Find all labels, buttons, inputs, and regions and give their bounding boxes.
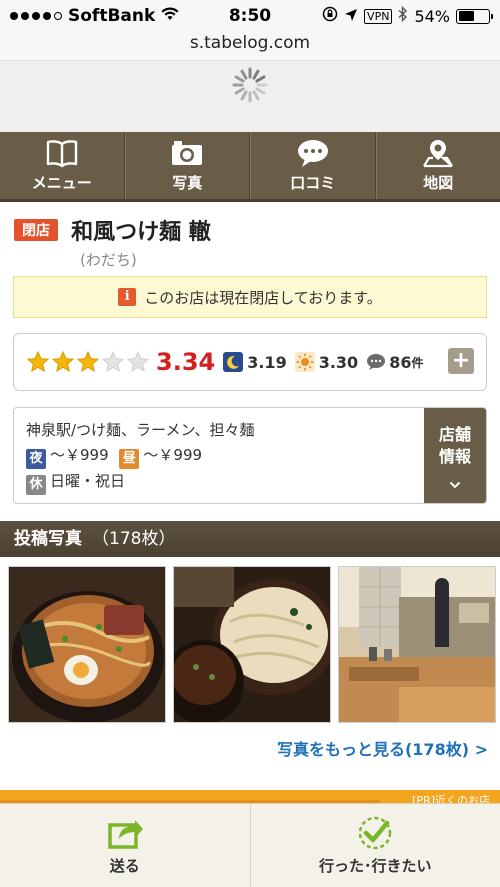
closed-badge: 閉店: [14, 219, 58, 241]
nav-photos[interactable]: 写真: [124, 132, 250, 199]
star-filled-icon: [76, 350, 100, 373]
shop-nav: メニュー 写真 口コミ 地図: [0, 132, 500, 202]
star-rating: [26, 350, 150, 374]
vpn-badge: VPN: [364, 8, 393, 24]
signal-strength-icon: [10, 12, 62, 20]
rating-panel[interactable]: 3.34 3.19 3.30 86 件 +: [13, 333, 487, 391]
bluetooth-icon: [398, 5, 408, 26]
shop-info-panel: 神泉駅/つけ麺、ラーメン、担々麺 夜～￥999 昼～￥999 休日曜・祝日 店舗…: [13, 407, 487, 504]
loading-spinner-icon: [232, 67, 268, 103]
comment-icon: [367, 354, 386, 370]
star-filled-icon: [51, 350, 75, 373]
day-rating-value: 3.30: [318, 352, 359, 372]
day-tag: 昼: [119, 449, 140, 469]
location-arrow-icon: [344, 7, 358, 26]
moon-icon: [223, 352, 244, 372]
review-count-unit: 件: [411, 355, 424, 370]
genre-text: 神泉駅/つけ麺、ラーメン、担々麺: [26, 421, 255, 439]
shop-kana: (わだち): [80, 251, 137, 269]
photo-strip: [8, 566, 496, 723]
holiday-tag: 休: [26, 475, 46, 495]
status-bar: SoftBank 8:50 VPN 54%: [0, 0, 500, 32]
photo-thumbnail-tsukemen[interactable]: [173, 566, 331, 723]
nav-reviews-label: 口コミ: [290, 174, 336, 192]
info-icon: i: [118, 288, 137, 306]
expand-rating-button[interactable]: +: [448, 348, 474, 374]
send-label: 送る: [109, 857, 140, 875]
went-want-label: 行った･行きたい: [318, 857, 432, 875]
chevron-down-icon: [424, 474, 486, 496]
photos-header-title: 投稿写真: [14, 529, 82, 549]
star-empty-icon: [101, 350, 125, 373]
review-count: 86 件: [366, 353, 423, 372]
carrier-name: SoftBank: [68, 6, 156, 26]
nav-map[interactable]: 地図: [375, 132, 500, 199]
went-want-button[interactable]: 行った･行きたい: [249, 804, 500, 887]
shop-title-area: 閉店 和風つけ麺 轍 (わだち): [14, 214, 211, 270]
night-budget: ～￥999: [50, 446, 109, 464]
nav-photos-label: 写真: [172, 174, 203, 192]
nav-menu-label: メニュー: [31, 174, 92, 192]
holidays-text: 日曜・祝日: [50, 472, 126, 490]
send-button[interactable]: 送る: [0, 804, 250, 887]
camera-icon: [172, 141, 203, 165]
sun-icon: [294, 352, 315, 372]
store-info-button[interactable]: 店舗 情報: [424, 408, 486, 503]
url-bar[interactable]: s.tabelog.com: [0, 32, 500, 60]
speech-bubble-icon: [297, 140, 328, 167]
holiday-row: 休日曜・祝日: [26, 469, 255, 495]
budget-row: 夜～￥999 昼～￥999: [26, 443, 255, 469]
closed-notice-text: このお店は現在閉店しております。: [144, 288, 382, 307]
closed-notice: i このお店は現在閉店しております。: [13, 276, 487, 318]
store-info-label: 店舗 情報: [438, 425, 471, 466]
pr-banner[interactable]: [PR]近くのお店: [0, 790, 500, 804]
map-pin-icon: [423, 140, 454, 168]
share-icon: [108, 820, 143, 849]
photos-count: （178枚）: [92, 529, 176, 549]
photos-section-header: 投稿写真 （178枚）: [0, 521, 500, 557]
battery-icon: [456, 8, 493, 24]
bottom-action-bar: 送る 行った･行きたい: [0, 803, 500, 887]
shop-name: 和風つけ麺 轍: [71, 220, 211, 245]
star-filled-icon: [26, 350, 50, 373]
loading-area: [0, 60, 500, 132]
rating-score: 3.34: [156, 348, 216, 376]
rotation-lock-icon: [322, 6, 338, 26]
day-budget: ～￥999: [143, 446, 203, 464]
book-icon: [46, 140, 77, 168]
check-circle-icon: [359, 816, 392, 850]
nav-reviews[interactable]: 口コミ: [250, 132, 376, 199]
wifi-icon: [161, 6, 179, 26]
star-empty-icon: [126, 350, 150, 373]
photo-thumbnail-ramen[interactable]: [8, 566, 166, 723]
photo-thumbnail-interior[interactable]: [338, 566, 496, 723]
night-rating: 3.19: [223, 352, 287, 372]
night-rating-value: 3.19: [247, 352, 287, 372]
battery-percent: 54%: [414, 6, 450, 26]
review-count-value: 86: [389, 352, 412, 372]
more-photos-link[interactable]: 写真をもっと見る(178枚) >: [277, 736, 488, 760]
clock: 8:50: [228, 6, 272, 26]
nav-menu[interactable]: メニュー: [0, 132, 125, 199]
night-tag: 夜: [26, 449, 46, 469]
nav-map-label: 地図: [423, 174, 454, 192]
day-rating: 3.30: [294, 352, 359, 372]
